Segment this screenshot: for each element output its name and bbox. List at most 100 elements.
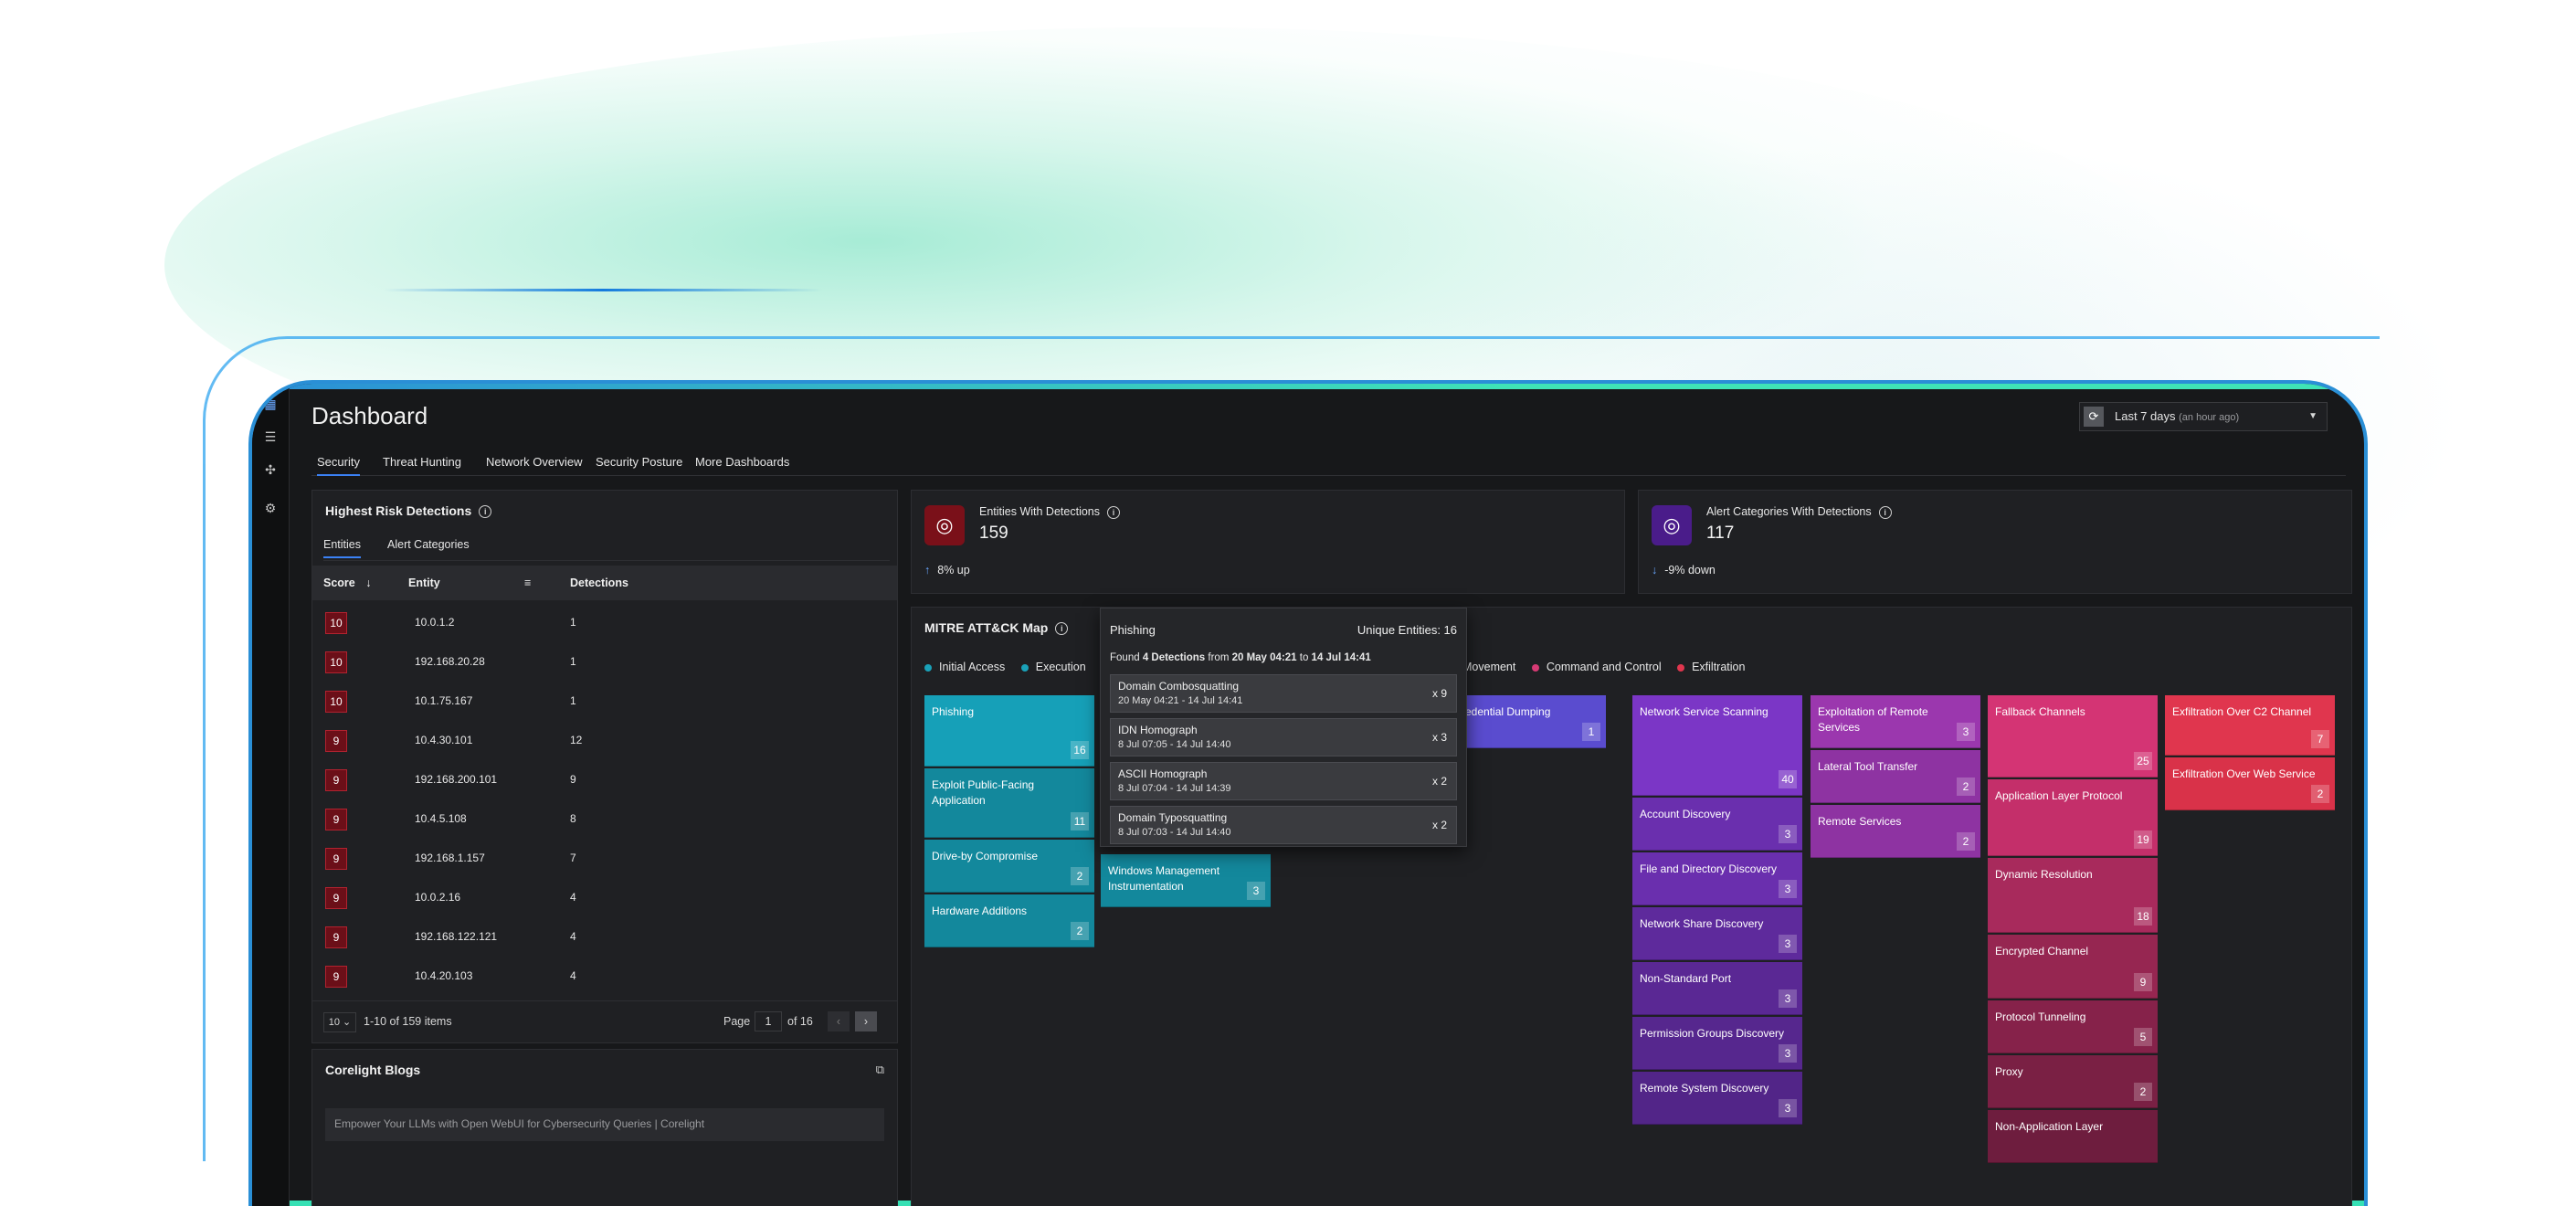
table-row[interactable]: 10 10.0.1.2 1 xyxy=(312,602,897,641)
entity-cell[interactable]: 10.1.75.167 xyxy=(415,694,472,707)
prev-page-button[interactable]: ‹ xyxy=(828,1011,850,1031)
info-icon[interactable]: i xyxy=(1107,505,1120,519)
technique-tile[interactable]: Remote Services 2 xyxy=(1811,805,1980,858)
main-area: Dashboard ⟳ Last 7 days (an hour ago) ▼ … xyxy=(311,384,2352,1206)
tab-more-dashboards[interactable]: More Dashboards xyxy=(695,455,789,469)
technique-tile[interactable]: Exploit Public-Facing Application 11 xyxy=(924,768,1094,838)
technique-tile[interactable]: Permission Groups Discovery 3 xyxy=(1632,1017,1802,1070)
network-icon[interactable]: ✣ xyxy=(263,462,278,477)
tab-threat-hunting[interactable]: Threat Hunting xyxy=(383,455,461,469)
tab-security[interactable]: Security xyxy=(317,455,360,476)
table-row[interactable]: 10 192.168.20.28 1 xyxy=(312,641,897,681)
filter-icon[interactable]: ≡ xyxy=(524,577,531,589)
technique-tile[interactable]: Drive-by Compromise 2 xyxy=(924,840,1094,893)
subtab-alert-categories[interactable]: Alert Categories xyxy=(387,538,470,551)
entity-cell[interactable]: 10.0.1.2 xyxy=(415,616,454,629)
mitre-title: MITRE ATT&CK Map xyxy=(924,620,1049,635)
table-row[interactable]: 9 10.4.20.103 4 xyxy=(312,956,897,995)
table-row[interactable]: 9 10.4.30.101 12 xyxy=(312,720,897,759)
external-link-icon[interactable]: ⧉ xyxy=(876,1063,884,1077)
refresh-icon[interactable]: ⟳ xyxy=(2084,407,2104,427)
kpi-entities-title: Entities With Detections xyxy=(979,505,1100,518)
technique-tile[interactable]: Encrypted Channel 9 xyxy=(1988,935,2158,999)
table-row[interactable]: 9 192.168.1.157 7 xyxy=(312,838,897,877)
technique-tile[interactable]: Exfiltration Over Web Service 2 xyxy=(2165,757,2335,810)
next-page-button[interactable]: › xyxy=(855,1011,877,1031)
table-row[interactable]: 10 10.1.75.167 1 xyxy=(312,681,897,720)
technique-tile[interactable]: Non-Standard Port 3 xyxy=(1632,962,1802,1015)
table-row[interactable]: 9 10.4.5.108 8 xyxy=(312,799,897,838)
info-icon[interactable]: i xyxy=(479,505,492,519)
technique-tile[interactable]: Dynamic Resolution 18 xyxy=(1988,858,2158,933)
technique-count: 16 xyxy=(1071,741,1089,759)
technique-count: 3 xyxy=(1779,880,1797,898)
info-icon[interactable]: i xyxy=(1055,622,1069,636)
kpi-alert-categories-value: 117 xyxy=(1706,524,1735,543)
page-size-select[interactable]: 10 ⌄ xyxy=(323,1012,356,1032)
time-range-select[interactable]: ⟳ Last 7 days (an hour ago) ▼ xyxy=(2079,402,2328,431)
decorative-streak xyxy=(384,289,822,291)
score-badge: 10 xyxy=(325,691,347,713)
technique-tile[interactable]: Proxy 2 xyxy=(1988,1055,2158,1108)
entity-cell[interactable]: 192.168.1.157 xyxy=(415,852,485,864)
legend-exfiltration: Exfiltration xyxy=(1692,661,1746,673)
sort-down-icon[interactable]: ↓ xyxy=(365,577,371,589)
technique-tile[interactable]: Application Layer Protocol 19 xyxy=(1988,779,2158,856)
technique-tile[interactable]: Non-Application Layer xyxy=(1988,1110,2158,1163)
entity-cell[interactable]: 10.4.30.101 xyxy=(415,734,472,746)
table-row[interactable]: 9 192.168.200.101 9 xyxy=(312,759,897,799)
detection-name: IDN Homograph xyxy=(1118,724,1198,736)
time-range-label: Last 7 days xyxy=(2115,409,2176,423)
technique-tile[interactable]: Protocol Tunneling 5 xyxy=(1988,1000,2158,1053)
technique-tile[interactable]: Hardware Additions 2 xyxy=(924,894,1094,947)
entity-cell[interactable]: 10.4.5.108 xyxy=(415,812,467,825)
dashboard-icon[interactable]: ▦ xyxy=(263,397,278,411)
technique-tile[interactable]: Network Share Discovery 3 xyxy=(1632,907,1802,960)
score-badge: 10 xyxy=(325,651,347,673)
technique-tile[interactable]: Windows Management Instrumentation 3 xyxy=(1101,854,1271,907)
legend-dot xyxy=(1531,663,1539,672)
detection-count: x 2 xyxy=(1431,819,1447,831)
info-icon[interactable]: i xyxy=(1878,505,1892,519)
technique-label: Permission Groups Discovery xyxy=(1640,1027,1785,1040)
table-row[interactable]: 9 192.168.122.121 4 xyxy=(312,916,897,956)
dashboard-tabs: Security Threat Hunting Network Overview… xyxy=(311,448,2346,476)
entity-cell[interactable]: 192.168.122.121 xyxy=(415,930,497,943)
technique-tile[interactable]: Remote System Discovery 3 xyxy=(1632,1072,1802,1125)
entity-cell[interactable]: 192.168.20.28 xyxy=(415,655,485,668)
tab-security-posture[interactable]: Security Posture xyxy=(596,455,682,469)
technique-tile[interactable]: Exfiltration Over C2 Channel 7 xyxy=(2165,695,2335,756)
technique-tile[interactable]: Network Service Scanning 40 xyxy=(1632,695,1802,796)
technique-tile[interactable]: Exploitation of Remote Services 3 xyxy=(1811,695,1980,748)
tab-network-overview[interactable]: Network Overview xyxy=(486,455,582,469)
table-row[interactable]: 9 10.0.2.16 4 xyxy=(312,877,897,916)
tooltip-found-pre: Found xyxy=(1110,652,1143,663)
subtab-entities[interactable]: Entities xyxy=(323,538,361,558)
legend-dot xyxy=(1020,663,1029,672)
column-score[interactable]: Score ↓ xyxy=(323,577,371,589)
page-input[interactable]: 1 xyxy=(755,1011,782,1031)
entity-cell[interactable]: 10.4.20.103 xyxy=(415,969,472,982)
entity-cell[interactable]: 10.0.2.16 xyxy=(415,891,460,904)
technique-tile[interactable]: Account Discovery 3 xyxy=(1632,798,1802,851)
detection-count: x 9 xyxy=(1431,687,1447,700)
column-detections[interactable]: Detections xyxy=(570,577,628,589)
blog-item[interactable]: Empower Your LLMs with Open WebUI for Cy… xyxy=(325,1108,884,1141)
technique-count: 2 xyxy=(1071,867,1089,885)
technique-count: 19 xyxy=(2134,830,2152,849)
column-entity[interactable]: Entity xyxy=(408,577,440,589)
detections-cell: 4 xyxy=(570,969,576,982)
detections-cell: 1 xyxy=(570,694,576,707)
mitre-map-card: MITRE ATT&CK Map i Initial Access Executi… xyxy=(911,607,2352,1206)
technique-tile[interactable]: Lateral Tool Transfer 2 xyxy=(1811,750,1980,803)
technique-tile[interactable]: Fallback Channels 25 xyxy=(1988,695,2158,778)
technique-tile[interactable]: File and Directory Discovery 3 xyxy=(1632,852,1802,905)
kpi-alert-categories-trend: -9% down xyxy=(1664,564,1716,577)
technique-tile[interactable]: Phishing 16 xyxy=(924,695,1094,767)
table-header: Score ↓ Entity ≡ Detections xyxy=(312,566,897,600)
list-icon[interactable]: ☰ xyxy=(263,429,278,444)
entity-cell[interactable]: 192.168.200.101 xyxy=(415,773,497,786)
technique-label: Exploit Public-Facing Application xyxy=(932,778,1035,807)
technique-label: Application Layer Protocol xyxy=(1995,789,2123,802)
gear-icon[interactable]: ⚙ xyxy=(263,501,278,515)
